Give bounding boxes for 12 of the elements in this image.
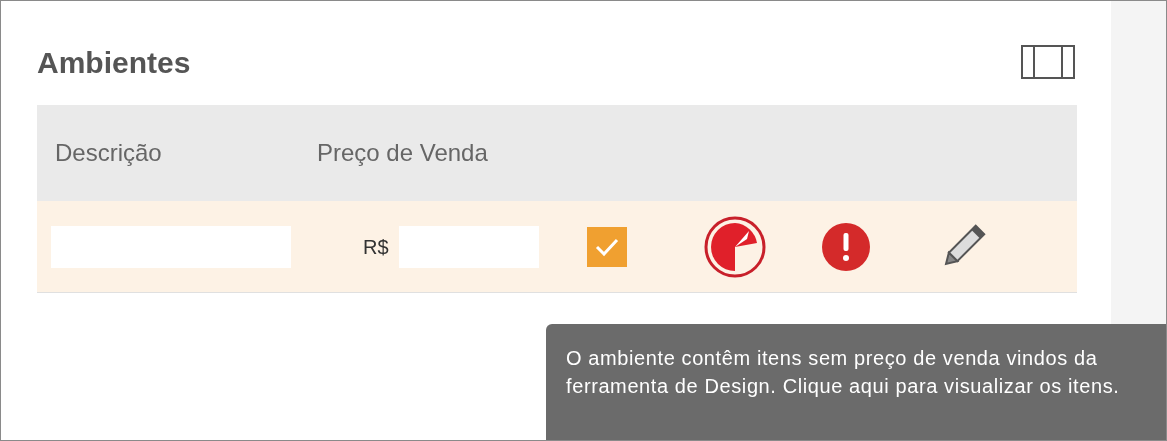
column-header: Preço de Venda [316, 138, 488, 168]
price-field[interactable] [398, 225, 539, 268]
pie-chart-icon[interactable] [702, 214, 767, 279]
tooltip-text: O ambiente contêm itens sem preço de venda vindos da ferramenta de Design. Clique aqui para visualizar os itens. [566, 346, 1121, 399]
columns-icon[interactable] [1021, 45, 1075, 79]
description-field[interactable] [51, 225, 291, 268]
warning-icon[interactable] [820, 221, 871, 272]
currency-label: R$ [363, 234, 389, 260]
section-title: Ambientes [37, 44, 191, 81]
check-icon [593, 236, 620, 257]
column-header: Descrição [54, 138, 163, 168]
checkbox[interactable] [586, 226, 627, 267]
